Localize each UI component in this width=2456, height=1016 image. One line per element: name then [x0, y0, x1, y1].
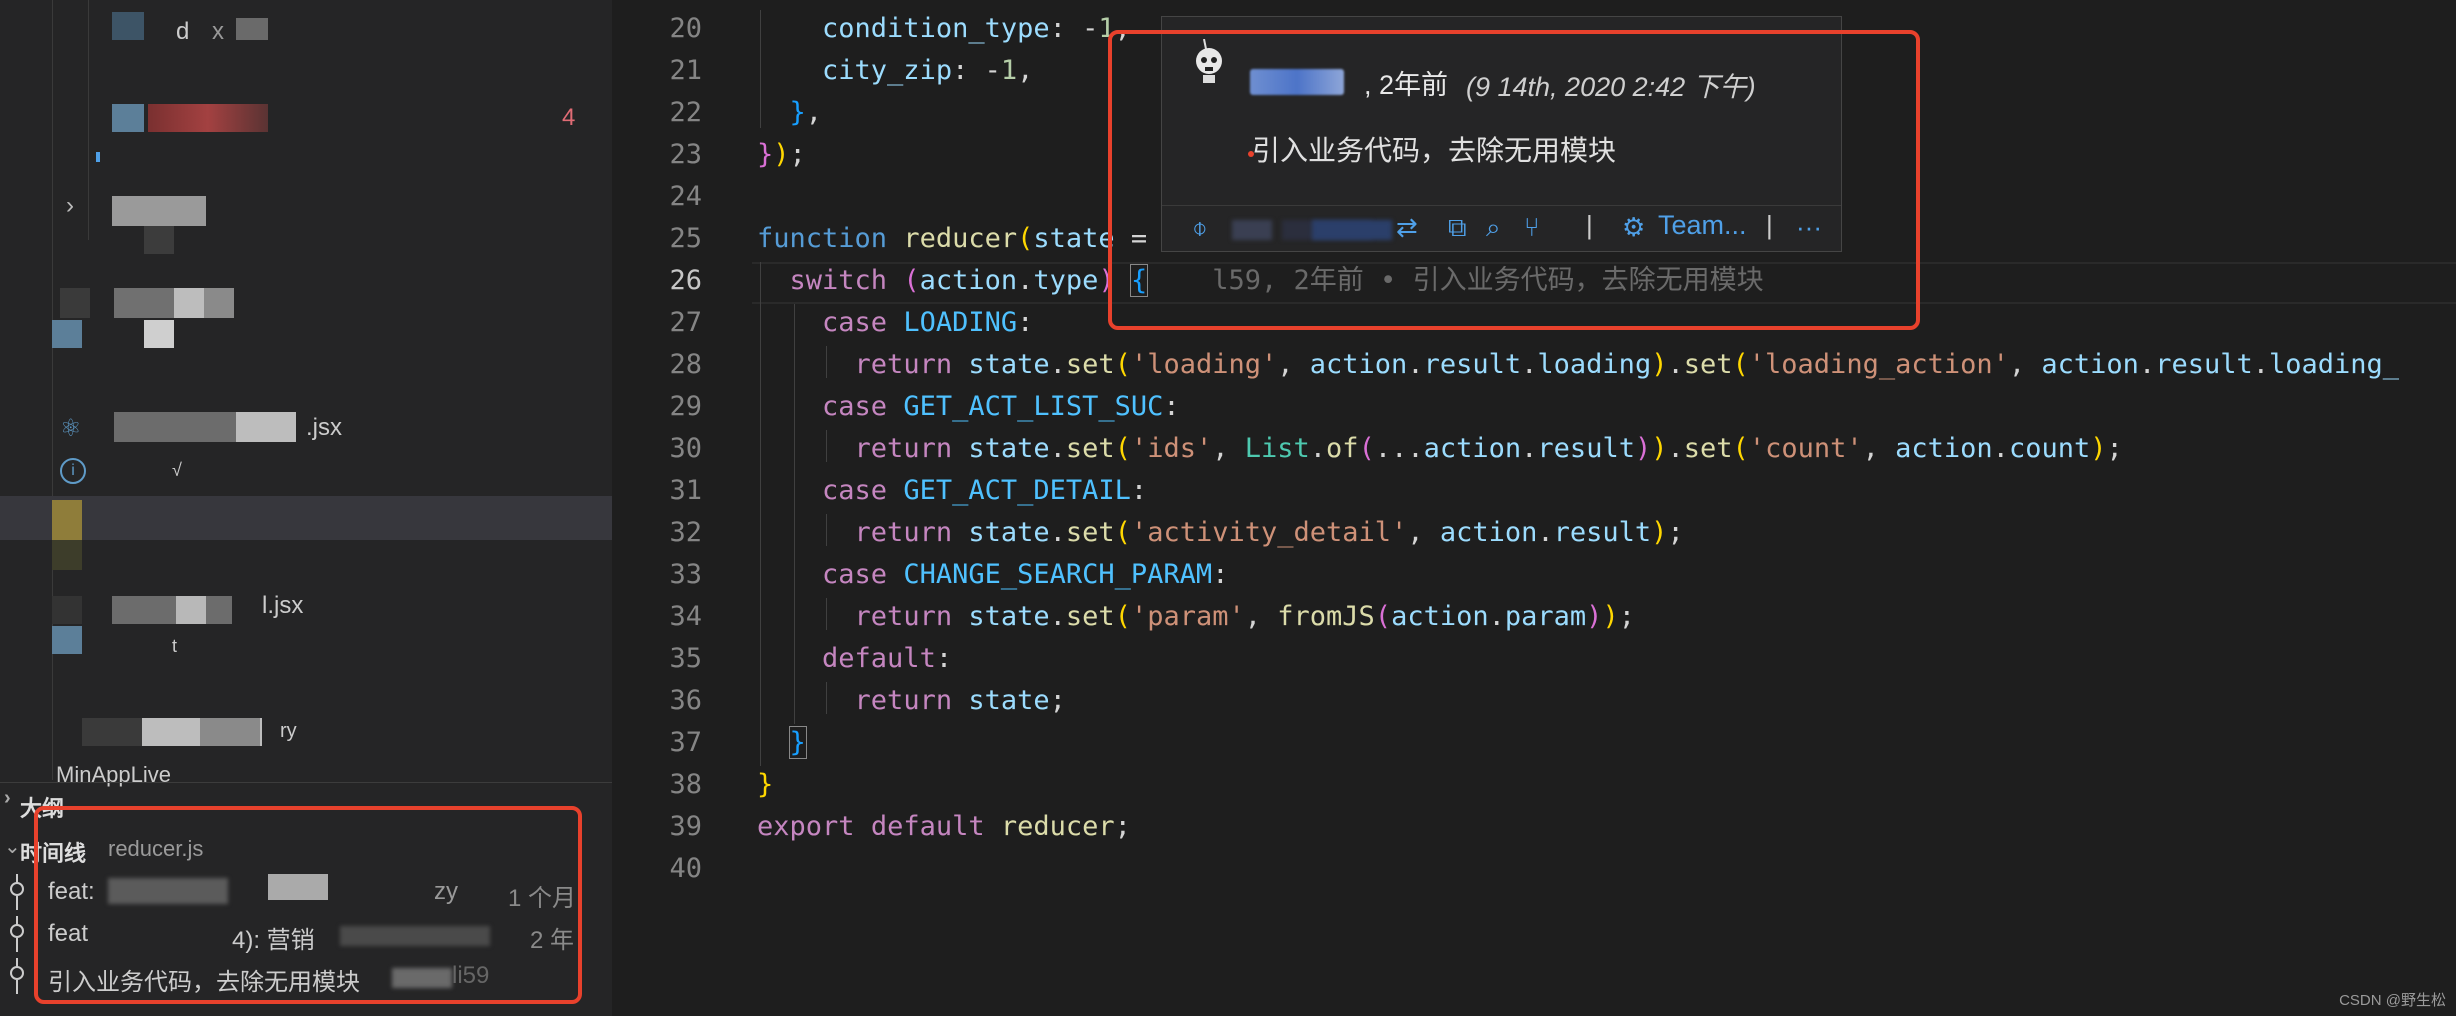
code-text: }: [757, 769, 774, 800]
blurred-text: [114, 288, 174, 318]
line-number: 36: [669, 685, 702, 716]
blurred-text: [112, 596, 232, 624]
file-item[interactable]: ry: [280, 720, 297, 743]
blurred-icon: [112, 104, 144, 132]
commit-icon: [10, 916, 24, 952]
code-line: 31 case GET_ACT_DETAIL:: [612, 470, 2456, 512]
commit-icon: [10, 958, 24, 994]
selected-file-row[interactable]: [0, 496, 612, 540]
blurred-icon: [52, 320, 82, 348]
line-number: 38: [669, 769, 702, 800]
code-text: }: [788, 726, 807, 759]
chevron-down-icon: ⌄: [4, 836, 21, 858]
line-number: 29: [669, 391, 702, 422]
blurred-text: [148, 104, 268, 132]
code-line: 30 return state.set('ids', List.of(...ac…: [612, 428, 2456, 470]
watermark: CSDN @野生松: [2339, 992, 2446, 1009]
problem-count-badge: 4: [562, 104, 576, 131]
code-line: 36 return state;: [612, 680, 2456, 722]
code-line: 33 case CHANGE_SEARCH_PARAM:: [612, 554, 2456, 596]
explorer-sidebar: d x 4 › ⚛ .jsx i √ l.jsx t ry MinAppLive…: [0, 0, 612, 1016]
chevron-right-icon[interactable]: ›: [66, 192, 74, 220]
code-line: 34 return state.set('param', fromJS(acti…: [612, 596, 2456, 638]
tree-indent-guide: [52, 0, 53, 780]
line-number: 32: [669, 517, 702, 548]
code-text: return state.set('loading', action.resul…: [854, 349, 2400, 380]
code-line: 37 }: [612, 722, 2456, 764]
code-text: case GET_ACT_DETAIL:: [822, 475, 1148, 506]
react-icon: ⚛: [60, 415, 82, 442]
file-item[interactable]: l.jsx: [262, 592, 303, 620]
code-text: case LOADING:: [822, 307, 1034, 338]
line-number: 28: [669, 349, 702, 380]
line-number: 35: [669, 643, 702, 674]
commit-icon: [10, 874, 24, 910]
file-item[interactable]: .jsx: [306, 414, 342, 442]
file-item[interactable]: √: [172, 460, 182, 481]
line-number: 37: [669, 727, 702, 758]
code-text: default:: [822, 643, 953, 674]
code-text: });: [757, 139, 806, 170]
blurred-icon: [52, 626, 82, 654]
blurred-text: [204, 288, 234, 318]
highlight-box: [1108, 30, 1920, 330]
chevron-right-icon: ›: [4, 787, 11, 809]
blurred-text: [174, 288, 204, 318]
line-number: 20: [669, 13, 702, 44]
line-number: 34: [669, 601, 702, 632]
line-number: 21: [669, 55, 702, 86]
line-number: 23: [669, 139, 702, 170]
line-number: 33: [669, 559, 702, 590]
blurred-text: [176, 596, 206, 624]
blurred-text: [144, 226, 174, 254]
code-line: 32 return state.set('activity_detail', a…: [612, 512, 2456, 554]
code-line: 39 export default reducer;: [612, 806, 2456, 848]
line-number: 25: [669, 223, 702, 254]
code-text: function reducer(state =: [757, 223, 1148, 254]
line-number: 39: [669, 811, 702, 842]
code-text: return state.set('activity_detail', acti…: [854, 517, 1684, 548]
blurred-text: [82, 718, 142, 746]
code-text: case CHANGE_SEARCH_PARAM:: [822, 559, 1229, 590]
code-text: return state.set('ids', List.of(...actio…: [854, 433, 2123, 464]
blurred-text: [236, 412, 296, 442]
blurred-icon: [52, 500, 82, 540]
file-item[interactable]: x: [212, 18, 224, 46]
line-number: 30: [669, 433, 702, 464]
code-line: 28 return state.set('loading', action.re…: [612, 344, 2456, 386]
info-icon: i: [60, 458, 86, 484]
code-text: export default reducer;: [757, 811, 1131, 842]
blurred-icon: [52, 540, 82, 570]
code-line: 40: [612, 848, 2456, 890]
file-item[interactable]: d: [176, 18, 189, 46]
tree-indent-guide: [88, 0, 89, 240]
line-number: 40: [669, 853, 702, 884]
code-text: },: [789, 97, 823, 128]
blurred-icon: [60, 288, 90, 318]
blurred-text: [144, 320, 174, 348]
blurred-icon: [112, 12, 144, 40]
blurred-text: [200, 718, 260, 746]
file-item[interactable]: t: [172, 636, 177, 657]
line-number: 26: [669, 265, 702, 296]
code-text: city_zip: -1,: [822, 55, 1034, 86]
code-line: 29 case GET_ACT_LIST_SUC:: [612, 386, 2456, 428]
line-number: 31: [669, 475, 702, 506]
code-text: return state.set('param', fromJS(action.…: [854, 601, 1635, 632]
code-text: condition_type: -1,: [822, 13, 1131, 44]
blurred-icon: [52, 596, 82, 624]
blurred-mark: [96, 152, 100, 162]
code-line: 35 default:: [612, 638, 2456, 680]
line-number: 27: [669, 307, 702, 338]
line-number: 24: [669, 181, 702, 212]
code-text: return state;: [854, 685, 1066, 716]
line-number: 22: [669, 97, 702, 128]
blurred-text: [112, 196, 206, 226]
code-line: 38}: [612, 764, 2456, 806]
code-text: case GET_ACT_LIST_SUC:: [822, 391, 1180, 422]
blurred-text: [236, 18, 268, 40]
highlight-box: [34, 806, 582, 1004]
